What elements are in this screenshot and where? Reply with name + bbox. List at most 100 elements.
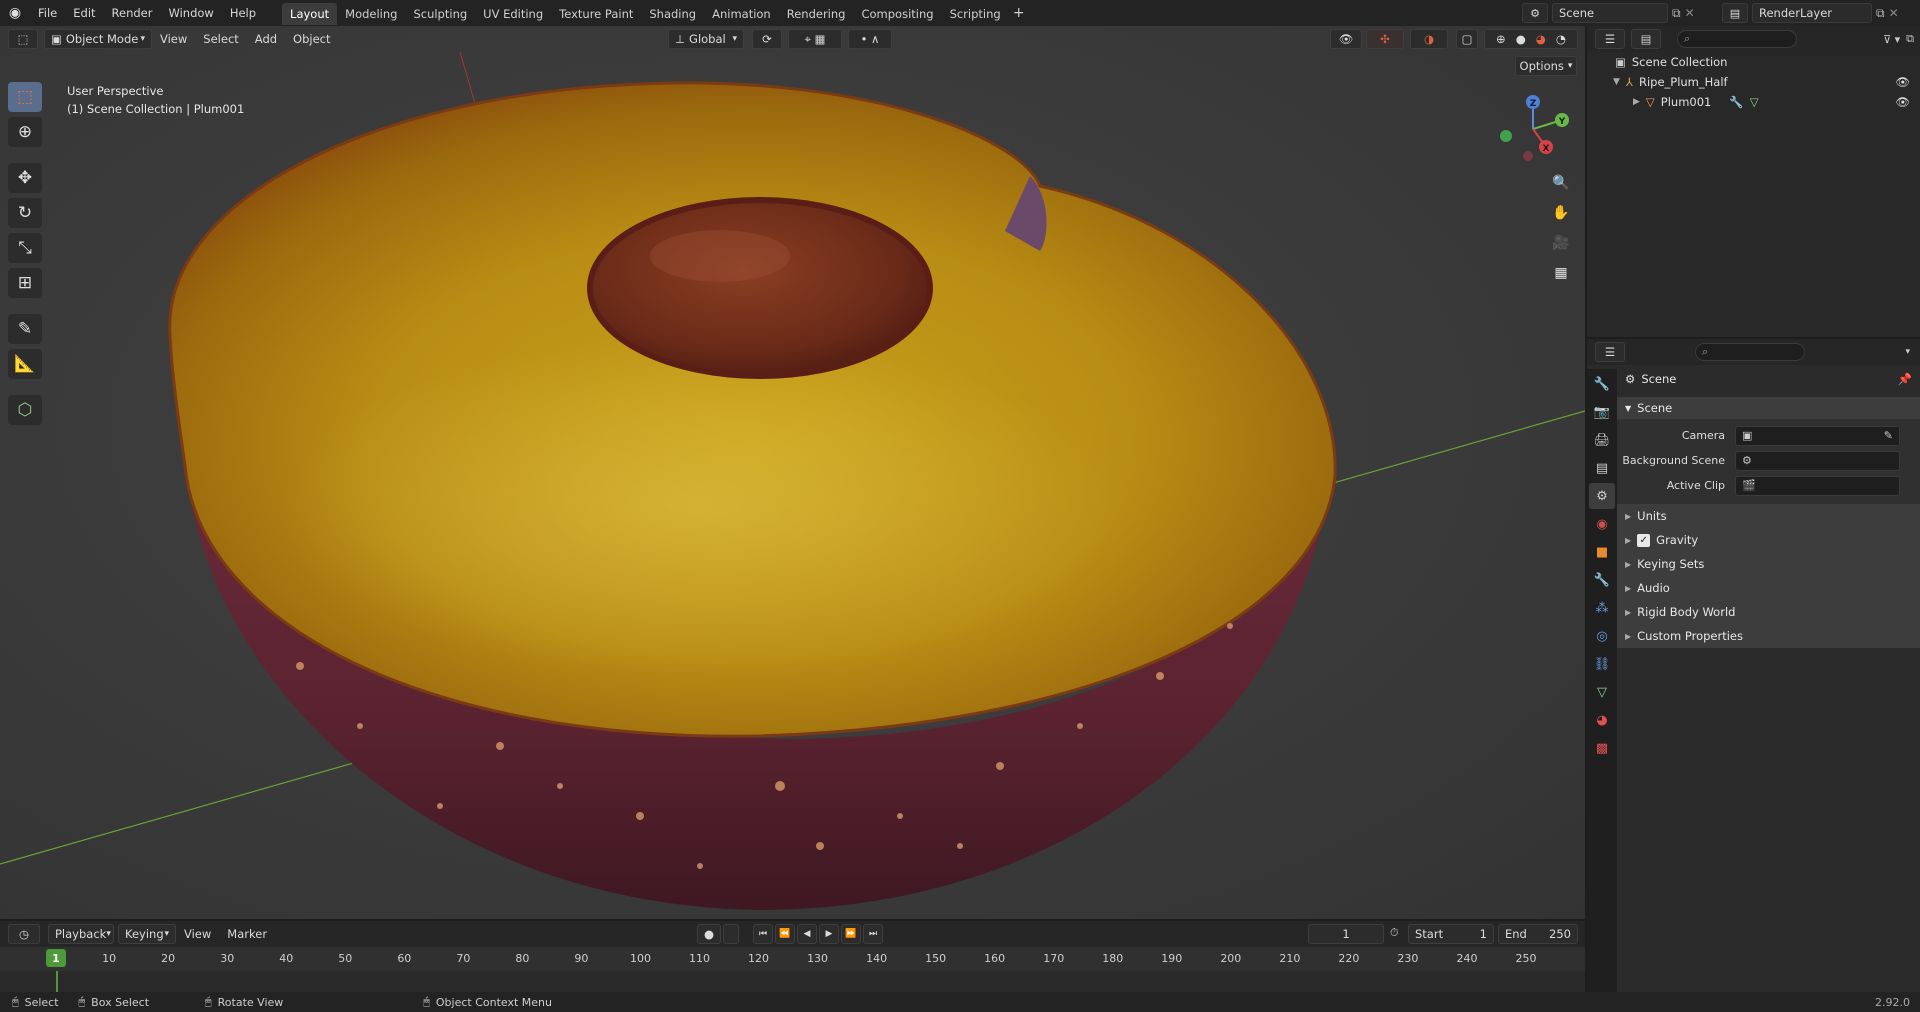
camera-field[interactable]: ▣ ✎ <box>1735 425 1900 446</box>
tab-sculpting[interactable]: Sculpting <box>405 3 475 25</box>
tab-layout[interactable]: Layout <box>282 3 338 25</box>
particles-tab-icon[interactable]: ⁂ <box>1589 595 1615 621</box>
gizmo-neg-x-axis[interactable] <box>1523 151 1533 161</box>
measure-tool[interactable]: 📐 <box>8 349 42 379</box>
filter-icon[interactable]: ⊽ ▾ <box>1883 33 1900 46</box>
modifier-tab-icon[interactable]: 🔧 <box>1589 567 1615 593</box>
properties-search-field[interactable]: ⌕ <box>1695 343 1805 361</box>
gizmo-neg-y-axis[interactable] <box>1500 130 1512 142</box>
overlays-button[interactable]: ◑ <box>1410 29 1448 49</box>
view-layer-tab-icon[interactable]: ▤ <box>1589 455 1615 481</box>
gizmo-button[interactable]: ✣ <box>1366 29 1404 49</box>
outliner-scene-collection[interactable]: ▣ Scene Collection <box>1587 52 1920 72</box>
scale-tool[interactable]: ⤡ <box>8 233 42 263</box>
outliner-item-plum001[interactable]: ▶ ▽ Plum001 🔧 ▽ 👁 <box>1587 92 1920 112</box>
scene-panel-header[interactable]: ▼ Scene <box>1617 397 1920 419</box>
eyedropper-icon[interactable]: ✎ <box>1884 429 1893 442</box>
xray-button[interactable]: ▢ <box>1456 29 1478 49</box>
outliner-editor-type-icon[interactable]: ☰ <box>1595 29 1625 49</box>
tab-modeling[interactable]: Modeling <box>337 3 405 25</box>
display-mode-icon[interactable]: ▤ <box>1631 29 1661 49</box>
view-layer-selector[interactable]: RenderLayer <box>1752 3 1872 23</box>
menu-view[interactable]: View <box>152 32 195 46</box>
menu-help[interactable]: Help <box>222 0 264 26</box>
auto-key-options[interactable] <box>723 924 739 944</box>
material-tab-icon[interactable]: ◕ <box>1589 707 1615 733</box>
perspective-grid-icon[interactable]: ▦ <box>1548 260 1574 286</box>
material-shading-icon[interactable]: ◕ <box>1536 32 1546 46</box>
scene-selector[interactable]: Scene <box>1552 3 1668 23</box>
units-panel-header[interactable]: ▶ Units <box>1617 504 1920 528</box>
orientation-selector[interactable]: ⊥ Global ▾ <box>668 29 744 49</box>
zoom-icon[interactable]: 🔍 <box>1548 170 1574 196</box>
record-button[interactable]: ● <box>697 924 721 944</box>
select-box-tool[interactable]: ⬚ <box>8 82 42 112</box>
tab-texture-paint[interactable]: Texture Paint <box>551 3 641 25</box>
clock-icon[interactable]: ⏱ <box>1390 926 1399 940</box>
rendered-shading-icon[interactable]: ◔ <box>1556 32 1566 46</box>
next-keyframe-button[interactable]: ⏩ <box>841 924 861 944</box>
output-tab-icon[interactable]: 🖨 <box>1589 427 1615 453</box>
jump-end-button[interactable]: ⏭ <box>863 924 883 944</box>
wireframe-shading-icon[interactable]: ⊕ <box>1496 32 1506 46</box>
object-tab-icon[interactable]: ■ <box>1589 539 1615 565</box>
mode-selector[interactable]: ▣ Object Mode ▾ <box>44 29 152 49</box>
background-scene-field[interactable]: ⚙ <box>1735 450 1900 471</box>
add-workspace-button[interactable]: + <box>1009 2 1029 24</box>
expand-arrow-icon[interactable]: ▶ <box>1633 97 1640 107</box>
new-collection-icon[interactable]: ⧉ <box>1906 32 1914 46</box>
close-view-layer-icon[interactable]: ✕ <box>1889 3 1899 23</box>
proportional-edit-button[interactable]: • ∧ <box>848 29 892 49</box>
data-tab-icon[interactable]: ▽ <box>1589 679 1615 705</box>
annotate-tool[interactable]: ✎ <box>8 314 42 344</box>
new-view-layer-icon[interactable]: ⧉ <box>1876 3 1885 23</box>
eye-icon[interactable]: 👁 <box>1895 75 1910 89</box>
playback-menu[interactable]: Playback ▾ <box>48 924 114 944</box>
properties-editor-type-icon[interactable]: ☰ <box>1595 342 1625 362</box>
timeline-menu-view[interactable]: View <box>176 927 219 941</box>
close-scene-icon[interactable]: ✕ <box>1685 3 1695 23</box>
visibility-button[interactable]: 👁 <box>1330 29 1362 49</box>
menu-render[interactable]: Render <box>104 0 161 26</box>
prev-keyframe-button[interactable]: ⏪ <box>775 924 795 944</box>
render-tab-icon[interactable]: 📷 <box>1589 399 1615 425</box>
move-tool[interactable]: ✥ <box>8 163 42 193</box>
timeline-editor-type-icon[interactable]: ◷ <box>8 924 40 944</box>
add-cube-tool[interactable]: ⬡ <box>8 395 42 425</box>
editor-type-button[interactable]: ⬚ <box>8 29 38 49</box>
solid-shading-icon[interactable]: ● <box>1516 32 1526 46</box>
tab-scripting[interactable]: Scripting <box>942 3 1009 25</box>
keying-menu[interactable]: Keying ▾ <box>118 924 176 944</box>
blender-logo-icon[interactable]: ◉ <box>0 0 30 26</box>
camera-view-icon[interactable]: 🎥 <box>1548 230 1574 256</box>
rigid-body-world-panel-header[interactable]: ▶ Rigid Body World <box>1617 600 1920 624</box>
chevron-down-icon[interactable]: ▾ <box>1905 347 1910 357</box>
scene-icon[interactable]: ⚙ <box>1522 3 1548 23</box>
3d-viewport[interactable]: ⬚ ▣ Object Mode ▾ View Select Add Object… <box>0 26 1585 919</box>
scene-tab-icon[interactable]: ⚙ <box>1589 483 1615 509</box>
pivot-button[interactable]: ⟳ <box>752 29 782 49</box>
view-layer-icon[interactable]: ▤ <box>1722 3 1748 23</box>
options-button[interactable]: Options ▾ <box>1515 56 1577 76</box>
menu-edit[interactable]: Edit <box>65 0 103 26</box>
gravity-panel-header[interactable]: ▶ ✓ Gravity <box>1617 528 1920 552</box>
texture-tab-icon[interactable]: ▩ <box>1589 735 1615 761</box>
world-tab-icon[interactable]: ◉ <box>1589 511 1615 537</box>
menu-file[interactable]: File <box>30 0 65 26</box>
pin-icon[interactable]: 📌 <box>1898 372 1912 386</box>
tab-rendering[interactable]: Rendering <box>779 3 854 25</box>
start-frame-field[interactable]: Start 1 <box>1408 924 1494 944</box>
play-button[interactable]: ▶ <box>819 924 839 944</box>
end-frame-field[interactable]: End 250 <box>1498 924 1578 944</box>
play-reverse-button[interactable]: ◀ <box>797 924 817 944</box>
outliner-item-ripe-plum-half[interactable]: ▼ ⅄ Ripe_Plum_Half 👁 <box>1587 72 1920 92</box>
tab-animation[interactable]: Animation <box>704 3 779 25</box>
new-scene-icon[interactable]: ⧉ <box>1672 3 1681 23</box>
tab-shading[interactable]: Shading <box>641 3 704 25</box>
jump-start-button[interactable]: ⏮ <box>753 924 773 944</box>
collapse-arrow-icon[interactable]: ▼ <box>1613 77 1620 87</box>
rotate-tool[interactable]: ↻ <box>8 198 42 228</box>
timeline-ruler[interactable]: 1 10 20 30 40 50 60 70 80 90 100 110 120 130 140 150 160… <box>0 947 1585 971</box>
menu-select[interactable]: Select <box>195 32 246 46</box>
constraints-tab-icon[interactable]: ⛓ <box>1589 651 1615 677</box>
